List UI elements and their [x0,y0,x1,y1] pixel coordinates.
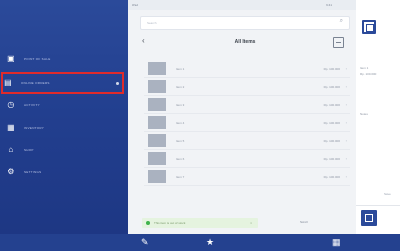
bottom-toolbar: ✎ ★ ▦ [0,234,400,251]
chevron-right-icon: › [345,66,347,71]
list-item[interactable]: Item 6 Rp. 100.000 › [144,150,350,168]
item-thumbnail [148,98,166,111]
item-thumbnail [148,116,166,129]
gear-icon: ⚙ [7,167,15,176]
detail-notes-label: Notes [360,112,368,116]
star-icon[interactable]: ★ [206,237,214,247]
search-placeholder: Search [147,21,157,25]
status-bar: iPad 9:41 [128,0,356,10]
item-name: Item 3 [176,102,185,107]
sidebar-item-settings[interactable]: ⚙ SETTINGS [6,165,122,179]
grid-view-icon[interactable] [362,20,376,34]
save-button[interactable] [361,210,377,226]
page-title: All Items [234,39,256,45]
item-name: Item 1 [176,66,185,71]
search-icon[interactable]: ⌕ [340,18,343,25]
item-thumbnail [148,62,166,75]
edit-pencil-icon[interactable]: ✎ [141,237,149,247]
active-indicator-dot [116,81,119,85]
box-icon: ▦ [7,123,15,132]
list-item[interactable]: Item 2 Rp. 100.000 › [144,78,350,96]
sidebar-item-label: INVENTORY [24,126,45,130]
sidebar-item-online-orders[interactable]: ▤ ONLINE ORDERS [1,72,124,94]
list-item[interactable]: Item 7 Rp. 100.000 › [144,168,350,186]
item-price: Rp. 100.000 [323,66,340,71]
sidebar-item-label: SETTINGS [24,170,42,174]
chevron-right-icon: › [345,156,347,161]
item-price: Rp. 100.000 [323,174,340,179]
search-input[interactable]: Search ⌕ [140,16,350,30]
shop-icon: ⌂ [8,145,14,154]
detail-item-price: Rp. 100.000 [360,72,377,76]
footer-label: Scroll [300,220,308,224]
item-thumbnail [148,170,166,183]
register-icon: ▣ [7,54,15,63]
chevron-right-icon: › [345,138,347,143]
detail-item-name: Item 1 [360,66,369,70]
status-bar-time: 9:41 [326,3,332,7]
list-item[interactable]: Item 5 Rp. 100.000 › [144,132,350,150]
item-name: Item 2 [176,84,185,89]
status-dot-icon [146,221,150,225]
item-price: Rp. 100.000 [323,138,340,143]
chevron-right-icon: › [345,102,347,107]
item-price: Rp. 100.000 [323,84,340,89]
grid-icon[interactable]: ▦ [332,237,341,247]
chevron-right-icon: › [345,120,347,125]
divider [356,205,400,206]
item-thumbnail [148,80,166,93]
list-item[interactable]: Item 4 Rp. 100.000 › [144,114,350,132]
sidebar-item-label: POINT OF SALE [24,57,51,61]
list-item[interactable]: Item 3 Rp. 100.000 › [144,96,350,114]
sidebar-item-shop[interactable]: ⌂ SHOP [6,143,122,157]
item-name: Item 5 [176,138,185,143]
sidebar-item-activity[interactable]: ◷ ACTIVITY [6,98,122,112]
detail-panel: Item 1 Rp. 100.000 Notes Save [356,0,400,234]
sidebar-item-label: ACTIVITY [24,103,40,107]
item-price: Rp. 100.000 [323,102,340,107]
list-header: ‹ All Items [138,34,352,52]
chevron-right-icon: › [345,174,347,179]
orders-icon: ▤ [4,78,12,87]
save-label: Save [384,192,391,196]
item-name: Item 6 [176,156,185,161]
item-price: Rp. 100.000 [323,120,340,125]
edit-icon[interactable] [333,37,344,48]
list-item[interactable]: Item 1 Rp. 100.000 › [144,60,350,78]
sidebar-item-label: ONLINE ORDERS [21,81,50,85]
items-panel: iPad 9:41 Search ⌕ ‹ All Items Item 1 Rp… [128,0,356,234]
sidebar-item-point-of-sale[interactable]: ▣ POINT OF SALE [6,52,122,66]
chevron-right-icon: › [345,84,347,89]
close-icon[interactable]: × [250,221,252,225]
item-thumbnail [148,152,166,165]
sidebar-item-label: SHOP [24,148,34,152]
sidebar: ▣ POINT OF SALE ▤ ONLINE ORDERS ◷ ACTIVI… [0,0,128,251]
item-name: Item 4 [176,120,185,125]
sidebar-item-inventory[interactable]: ▦ INVENTORY [6,121,122,135]
item-thumbnail [148,134,166,147]
notification-text: This item is out of stock [154,221,186,225]
item-price: Rp. 100.000 [323,156,340,161]
notification-toast: This item is out of stock × [142,218,258,228]
clock-icon: ◷ [7,100,15,109]
item-list: Item 1 Rp. 100.000 › Item 2 Rp. 100.000 … [144,60,350,186]
status-bar-device: iPad [132,3,139,7]
item-name: Item 7 [176,174,185,179]
